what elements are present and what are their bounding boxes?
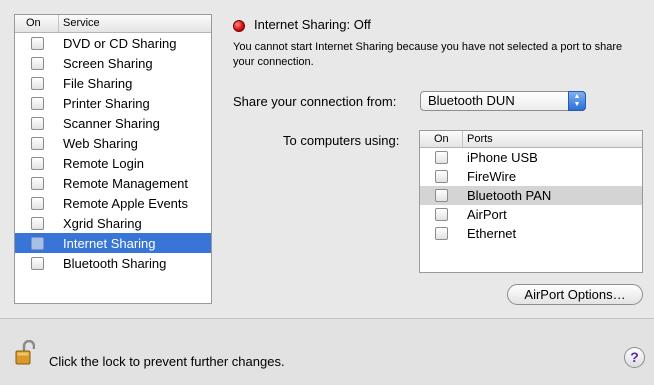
port-row-bluetooth-pan[interactable]: Bluetooth PAN [420, 186, 642, 205]
service-row-web-sharing[interactable]: Web Sharing [15, 133, 211, 153]
service-list[interactable]: On Service DVD or CD Sharing Screen Shar… [14, 14, 212, 304]
service-row-bluetooth-sharing[interactable]: Bluetooth Sharing [15, 253, 211, 273]
service-checkbox[interactable] [30, 56, 44, 70]
computers-using-label: To computers using: [283, 133, 400, 148]
share-from-selected: Bluetooth DUN [428, 93, 515, 108]
service-checkbox[interactable] [30, 216, 44, 230]
port-row-firewire[interactable]: FireWire [420, 167, 642, 186]
column-header-on[interactable]: On [15, 15, 59, 32]
service-list-header: On Service [15, 15, 211, 33]
service-label: Remote Login [63, 155, 144, 171]
service-checkbox[interactable] [30, 116, 44, 130]
service-checkbox[interactable] [30, 76, 44, 90]
service-label: Bluetooth Sharing [63, 255, 167, 271]
status-title: Internet Sharing: Off [254, 17, 371, 32]
lock-message: Click the lock to prevent further change… [49, 354, 285, 369]
service-checkbox[interactable] [30, 156, 44, 170]
service-label: Remote Apple Events [63, 195, 189, 211]
service-label: File Sharing [63, 75, 133, 91]
service-checkbox[interactable] [30, 176, 44, 190]
service-row-remote-management[interactable]: Remote Management [15, 173, 211, 193]
port-row-ethernet[interactable]: Ethernet [420, 224, 642, 243]
port-label: AirPort [467, 207, 507, 222]
port-row-airport[interactable]: AirPort [420, 205, 642, 224]
service-checkbox[interactable] [30, 256, 44, 270]
status-indicator-icon [233, 20, 245, 32]
service-row-printer-sharing[interactable]: Printer Sharing [15, 93, 211, 113]
port-checkbox[interactable] [435, 227, 448, 240]
port-checkbox[interactable] [435, 189, 448, 202]
lock-icon[interactable] [15, 339, 36, 366]
port-label: Bluetooth PAN [467, 188, 552, 203]
service-label: Printer Sharing [63, 95, 150, 111]
service-checkbox[interactable] [30, 196, 44, 210]
status-notice: You cannot start Internet Sharing becaus… [233, 41, 623, 68]
service-row-screen-sharing[interactable]: Screen Sharing [15, 53, 211, 73]
service-label: Scanner Sharing [63, 115, 160, 131]
airport-options-button[interactable]: AirPort Options… [507, 284, 643, 305]
help-button[interactable]: ? [624, 347, 645, 368]
port-label: iPhone USB [467, 150, 538, 165]
column-header-on[interactable]: On [420, 131, 463, 147]
ports-list[interactable]: On Ports iPhone USB FireWire Bluetooth P… [419, 130, 643, 273]
service-label: Internet Sharing [63, 235, 156, 251]
port-checkbox[interactable] [435, 151, 448, 164]
port-checkbox[interactable] [435, 208, 448, 221]
service-label: Screen Sharing [63, 55, 153, 71]
service-row-file-sharing[interactable]: File Sharing [15, 73, 211, 93]
service-checkbox[interactable] [30, 136, 44, 150]
port-label: Ethernet [467, 226, 517, 241]
ports-list-header: On Ports [420, 131, 642, 148]
service-row-scanner-sharing[interactable]: Scanner Sharing [15, 113, 211, 133]
service-row-remote-login[interactable]: Remote Login [15, 153, 211, 173]
column-header-ports[interactable]: Ports [463, 131, 493, 147]
popup-arrows-icon: ▲ ▼ [568, 91, 586, 111]
service-row-remote-apple-events[interactable]: Remote Apple Events [15, 193, 211, 213]
service-checkbox[interactable] [30, 96, 44, 110]
service-row-xgrid-sharing[interactable]: Xgrid Sharing [15, 213, 211, 233]
port-row-iphone-usb[interactable]: iPhone USB [420, 148, 642, 167]
service-label: Web Sharing [63, 135, 138, 151]
share-from-popup[interactable]: Bluetooth DUN ▲ ▼ [420, 91, 586, 111]
service-label: Remote Management [63, 175, 189, 191]
service-row-dvd-cd-sharing[interactable]: DVD or CD Sharing [15, 33, 211, 53]
service-label: DVD or CD Sharing [63, 35, 177, 51]
port-checkbox[interactable] [435, 170, 448, 183]
service-checkbox[interactable] [30, 36, 44, 50]
service-checkbox[interactable] [30, 236, 44, 250]
port-label: FireWire [467, 169, 517, 184]
share-from-label: Share your connection from: [233, 94, 397, 109]
column-header-service[interactable]: Service [59, 15, 100, 32]
service-label: Xgrid Sharing [63, 215, 142, 231]
service-row-internet-sharing[interactable]: Internet Sharing [15, 233, 211, 253]
bottom-bar [0, 319, 654, 385]
